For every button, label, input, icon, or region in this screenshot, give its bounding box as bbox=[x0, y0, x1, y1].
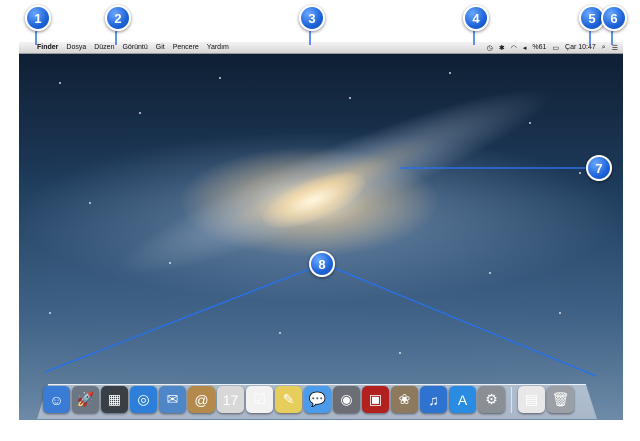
star bbox=[169, 262, 171, 264]
desktop-wallpaper[interactable] bbox=[19, 52, 623, 420]
callout-6: 6 bbox=[601, 5, 627, 31]
star bbox=[59, 82, 61, 84]
menu-file[interactable]: Dosya bbox=[66, 44, 86, 51]
callout-3: 3 bbox=[299, 5, 325, 31]
menu-go[interactable]: Git bbox=[156, 44, 165, 51]
contacts-icon[interactable]: @ bbox=[188, 386, 215, 413]
calendar-icon[interactable]: 17 bbox=[217, 386, 244, 413]
photo-booth-icon[interactable]: ▣ bbox=[362, 386, 389, 413]
callout-8: 8 bbox=[309, 251, 335, 277]
star bbox=[399, 352, 401, 354]
spotlight-search-icon[interactable]: ⌕ bbox=[602, 44, 606, 52]
star bbox=[489, 272, 491, 274]
menu-bar: Finder Dosya Düzen Görüntü Git Pencere Y… bbox=[19, 42, 623, 54]
callout-7: 7 bbox=[586, 155, 612, 181]
battery-percentage[interactable]: %61 bbox=[532, 44, 546, 51]
iphoto-icon[interactable]: ❀ bbox=[391, 386, 418, 413]
star bbox=[579, 172, 581, 174]
callout-4: 4 bbox=[463, 5, 489, 31]
battery-icon[interactable]: ▭ bbox=[552, 44, 559, 52]
facetime-icon[interactable]: ◉ bbox=[333, 386, 360, 413]
menu-help[interactable]: Yardım bbox=[207, 44, 229, 51]
mail-icon[interactable]: ✉ bbox=[159, 386, 186, 413]
star bbox=[559, 312, 561, 314]
itunes-icon[interactable]: ♫ bbox=[420, 386, 447, 413]
messages-icon[interactable]: 💬 bbox=[304, 386, 331, 413]
star bbox=[219, 77, 221, 79]
bluetooth-icon[interactable]: ✱ bbox=[499, 44, 505, 52]
star bbox=[349, 97, 351, 99]
star bbox=[49, 312, 51, 314]
mission-control-icon[interactable]: ▦ bbox=[101, 386, 128, 413]
callout-2: 2 bbox=[105, 5, 131, 31]
screen: Finder Dosya Düzen Görüntü Git Pencere Y… bbox=[19, 42, 623, 420]
documents-stack-icon[interactable]: ▤ bbox=[518, 386, 545, 413]
system-preferences-icon[interactable]: ⚙ bbox=[478, 386, 505, 413]
time-machine-icon[interactable]: ◷ bbox=[487, 44, 493, 52]
status-menus: ◷ ✱ ◠ ◂ %61 ▭ Çar 10:47 ⌕ ☰ bbox=[487, 42, 618, 53]
menu-view[interactable]: Görüntü bbox=[122, 44, 147, 51]
trash-icon[interactable]: 🗑 bbox=[547, 386, 574, 413]
menu-edit[interactable]: Düzen bbox=[94, 44, 114, 51]
app-store-icon[interactable]: A bbox=[449, 386, 476, 413]
dock-separator bbox=[511, 387, 512, 413]
star bbox=[529, 122, 531, 124]
callout-1: 1 bbox=[25, 5, 51, 31]
safari-icon[interactable]: ◎ bbox=[130, 386, 157, 413]
menu-clock[interactable]: Çar 10:47 bbox=[565, 44, 596, 51]
finder-icon[interactable]: ☺ bbox=[43, 386, 70, 413]
launchpad-icon[interactable]: 🚀 bbox=[72, 386, 99, 413]
notes-icon[interactable]: ✎ bbox=[275, 386, 302, 413]
menu-app-name[interactable]: Finder bbox=[37, 44, 58, 51]
star bbox=[139, 112, 141, 114]
volume-icon[interactable]: ◂ bbox=[523, 44, 527, 52]
star bbox=[89, 202, 91, 204]
notification-center-icon[interactable]: ☰ bbox=[612, 44, 618, 52]
star bbox=[279, 332, 281, 334]
dock: ☺ 🚀 ▦ ◎ ✉ @17 ☑ ✎ 💬 ◉ ▣ ❀ ♫ A ⚙ ▤ 🗑 bbox=[43, 379, 599, 413]
menu-window[interactable]: Pencere bbox=[173, 44, 199, 51]
reminders-icon[interactable]: ☑ bbox=[246, 386, 273, 413]
wifi-icon[interactable]: ◠ bbox=[511, 44, 517, 52]
star bbox=[449, 72, 451, 74]
